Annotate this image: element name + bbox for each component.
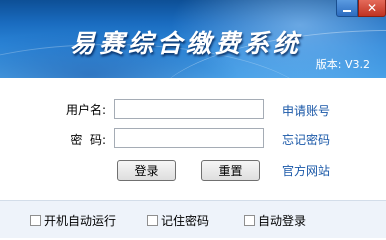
close-icon: ✕ xyxy=(366,1,378,15)
header-banner: 易赛综合缴费系统 版本: V3.2 xyxy=(0,0,386,78)
autostart-checkbox[interactable]: 开机自动运行 xyxy=(30,212,116,229)
app-title: 易赛综合缴费系统 xyxy=(70,29,303,58)
reset-button[interactable]: 重置 xyxy=(201,160,260,181)
password-input[interactable] xyxy=(114,128,264,148)
username-input[interactable] xyxy=(114,99,264,119)
apply-account-link[interactable]: 申请账号 xyxy=(282,102,330,119)
options-bar: 开机自动运行 记住密码 自动登录 xyxy=(0,200,386,238)
password-label: 密 码: xyxy=(70,133,106,147)
login-window: 易赛综合缴费系统 版本: V3.2 ✕ 用户名: 申请账号 密 码: 忘记密码 … xyxy=(0,0,386,238)
checkbox-icon[interactable] xyxy=(30,215,41,226)
auto-login-checkbox[interactable]: 自动登录 xyxy=(244,212,306,229)
version-label: 版本: V3.2 xyxy=(315,58,370,71)
minimize-button[interactable] xyxy=(336,0,358,17)
autostart-label: 开机自动运行 xyxy=(44,214,117,228)
forgot-password-link[interactable]: 忘记密码 xyxy=(282,131,330,148)
minimize-icon xyxy=(343,9,351,12)
login-button[interactable]: 登录 xyxy=(117,160,176,181)
auto-login-label: 自动登录 xyxy=(258,214,307,228)
username-label: 用户名: xyxy=(65,103,106,117)
official-site-link[interactable]: 官方网站 xyxy=(282,162,330,179)
checkbox-icon[interactable] xyxy=(244,215,255,226)
remember-password-checkbox[interactable]: 记住密码 xyxy=(147,212,209,229)
checkbox-icon[interactable] xyxy=(147,215,158,226)
close-button[interactable]: ✕ xyxy=(358,0,386,17)
remember-password-label: 记住密码 xyxy=(161,214,210,228)
